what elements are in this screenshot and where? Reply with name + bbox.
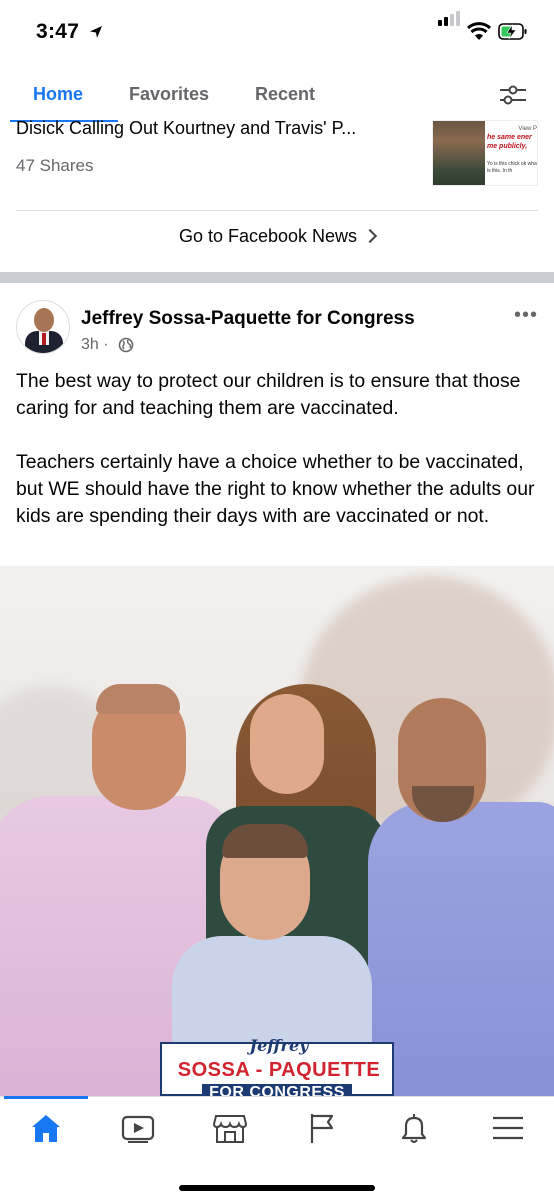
thumbnail-view-text: View P <box>518 126 537 132</box>
post-photo[interactable]: Jeffrey SOSSA - PAQUETTE FOR CONGRESS <box>0 566 554 1096</box>
avatar-tie <box>42 333 46 345</box>
chevron-right-icon <box>362 228 378 244</box>
tab-favorites[interactable]: Favorites <box>129 84 209 105</box>
page-avatar[interactable] <box>16 300 70 354</box>
post-body: The best way to protect our children is … <box>16 368 538 557</box>
divider <box>16 210 538 211</box>
thumbnail-text: View P he same ener me publicly, Yo is t… <box>487 125 538 175</box>
campaign-banner: Jeffrey SOSSA - PAQUETTE FOR CONGRESS <box>160 1036 394 1096</box>
tab-home[interactable]: Home <box>33 84 83 105</box>
banner-last-name: SOSSA - PAQUETTE <box>177 1059 381 1081</box>
post-paragraph: The best way to protect our children is … <box>16 370 521 419</box>
feed-tabs: Home Favorites Recent <box>0 62 554 118</box>
video-icon[interactable] <box>120 1111 156 1145</box>
thumbnail-photo <box>433 121 485 185</box>
home-indicator-bar <box>179 1185 375 1191</box>
marketplace-icon[interactable] <box>212 1111 248 1145</box>
status-time: 3:47 <box>36 20 80 43</box>
bottom-navigation <box>0 1096 554 1200</box>
banner-for-congress: FOR CONGRESS <box>202 1084 352 1096</box>
notifications-bell-icon[interactable] <box>396 1111 432 1145</box>
section-separator <box>0 272 554 283</box>
more-options-icon[interactable]: ••• <box>514 305 538 325</box>
wifi-icon <box>466 22 492 40</box>
person-boy <box>0 566 554 1096</box>
news-thumbnail[interactable]: View P he same ener me publicly, Yo is t… <box>432 120 538 186</box>
globe-public-icon <box>118 337 134 353</box>
home-icon[interactable] <box>28 1111 64 1145</box>
news-shares-count: 47 Shares <box>16 156 94 175</box>
thumbnail-small-text: Yo is this chick ok what is this. In th <box>487 161 538 174</box>
status-bar: 3:47 <box>0 0 554 62</box>
post-timestamp[interactable]: 3h · <box>81 336 109 354</box>
battery-charging-icon <box>498 23 527 40</box>
nav-active-indicator <box>4 1096 88 1099</box>
tab-recent[interactable]: Recent <box>255 84 315 105</box>
menu-icon[interactable] <box>490 1111 526 1145</box>
location-arrow-icon <box>90 26 102 38</box>
post-author-name[interactable]: Jeffrey Sossa-Paquette for Congress <box>81 308 415 330</box>
go-to-facebook-news-link[interactable]: Go to Facebook News <box>0 226 554 247</box>
feed-settings-sliders-icon[interactable] <box>498 82 528 108</box>
pages-flag-icon[interactable] <box>304 1111 340 1145</box>
banner-first-name: Jeffrey <box>249 1036 309 1055</box>
avatar-head <box>34 308 54 332</box>
go-to-news-label: Go to Facebook News <box>178 226 358 246</box>
thumbnail-red-text: he same ener me publicly, <box>487 134 532 150</box>
post-paragraph: Teachers certainly have a choice whether… <box>16 451 535 527</box>
news-headline[interactable]: Disick Calling Out Kourtney and Travis' … <box>16 118 416 139</box>
